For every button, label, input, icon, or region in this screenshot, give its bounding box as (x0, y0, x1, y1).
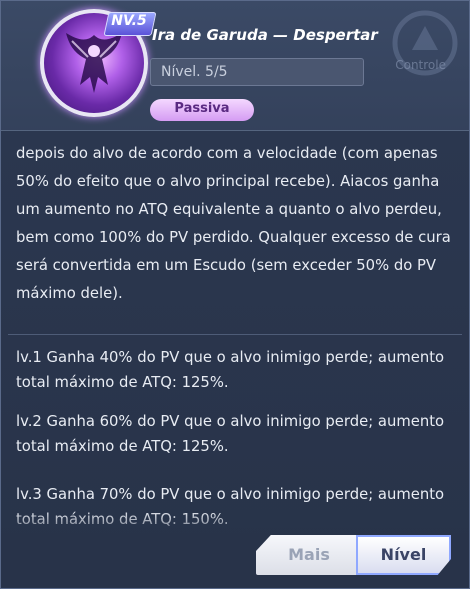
divider (8, 334, 462, 335)
level-field: Nível. 5/5 (150, 58, 364, 86)
level-badge-text: NV.5 (111, 13, 147, 29)
passive-tag-label: Passiva (174, 101, 230, 116)
skill-title: Ira de Garuda — Despertar (152, 26, 378, 44)
skill-panel: Controle NV.5 Ira de Garuda — Despertar … (0, 0, 470, 589)
passive-tag: Passiva (150, 99, 254, 121)
level-entry-1: lv.1 Ganha 40% do PV que o alvo inimigo … (16, 349, 445, 391)
level-field-text: Nível. 5/5 (161, 64, 228, 80)
level-entry-2: lv.2 Ganha 60% do PV que o alvo inimigo … (16, 413, 445, 455)
more-button-label: Mais (288, 545, 330, 564)
level-button-label: Nível (380, 545, 427, 564)
skill-description: depois do alvo de acordo com a velocidad… (16, 145, 451, 302)
skill-avatar: NV.5 (40, 9, 157, 117)
background-label: Controle (395, 58, 446, 72)
